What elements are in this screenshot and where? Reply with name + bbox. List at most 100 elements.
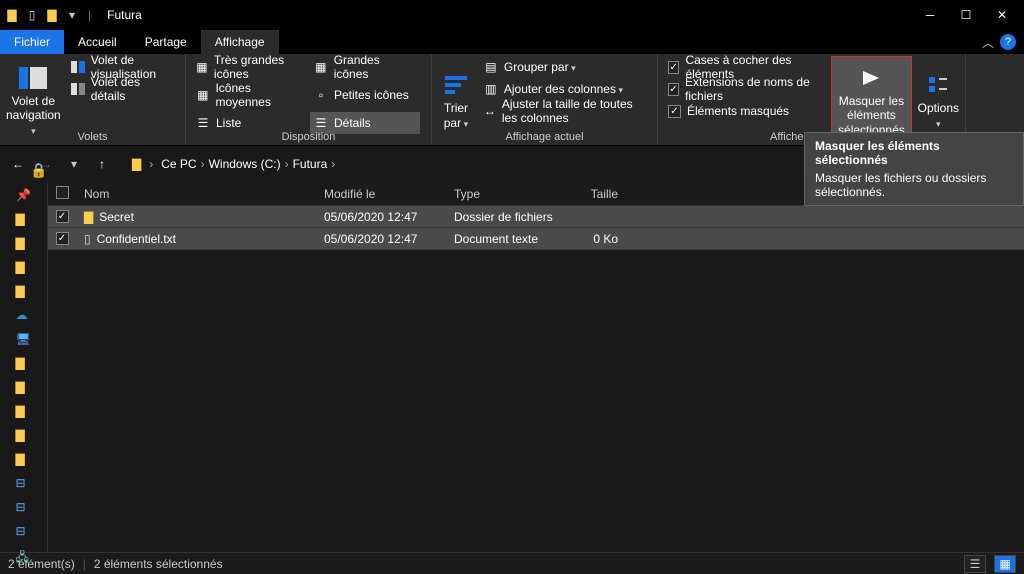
recent-locations-button[interactable]: ▾ <box>64 154 84 174</box>
status-count: 2 élément(s) <box>8 557 75 571</box>
hidden-items-label: Éléments masqués <box>687 104 789 118</box>
crumb-futura[interactable]: Futura <box>293 157 328 171</box>
tooltip: Masquer les éléments sélectionnés Masque… <box>804 132 1024 206</box>
sidebar-quick-access-icon[interactable]: ▇ <box>16 212 32 226</box>
tab-share[interactable]: Partage <box>131 30 201 54</box>
sidebar-folder-icon[interactable]: ▇ <box>16 404 32 418</box>
file-extensions-checkbox[interactable] <box>668 83 679 96</box>
large-icons-view-button[interactable]: ▦ <box>994 555 1016 573</box>
sidebar-folder-icon[interactable]: ▇ <box>16 260 32 274</box>
details-label: Détails <box>334 116 371 130</box>
sidebar-folder-icon[interactable]: ▇ <box>16 380 32 394</box>
sort-by-icon <box>440 71 472 99</box>
sidebar-folder-icon[interactable]: ▇ <box>16 428 32 442</box>
column-modified[interactable]: Modifié le <box>316 187 446 201</box>
large-icons-label: Grandes icônes <box>334 53 416 81</box>
sidebar-disk-icon[interactable]: ⊟ <box>16 500 32 514</box>
crumb-cepc[interactable]: Ce PC <box>161 157 196 171</box>
main-area: 📌 ▇ ▇ ▇ ▇ ☁ 🖥 ▇ ▇ ▇ ▇ ▇ ⊟ ⊟ ⊟ 🖧 Nom Modi… <box>0 182 1024 552</box>
row-checkbox[interactable] <box>56 210 69 223</box>
sidebar-folder-icon[interactable]: ▇ <box>16 284 32 298</box>
minimize-button[interactable]: ─ <box>912 0 948 30</box>
column-type[interactable]: Type <box>446 187 566 201</box>
qat-chevron-down-icon[interactable]: ▾ <box>64 7 80 23</box>
help-icon[interactable]: ? <box>1000 34 1016 50</box>
item-checkboxes-checkbox[interactable] <box>668 61 679 74</box>
add-columns-icon: ▥ <box>484 82 498 96</box>
navigation-sidebar[interactable]: 📌 ▇ ▇ ▇ ▇ ☁ 🖥 ▇ ▇ ▇ ▇ ▇ ⊟ ⊟ ⊟ 🖧 <box>0 182 48 552</box>
title-bar: ▇ ▯ ▇ ▾ | Futura ─ ☐ ✕ <box>0 0 1024 30</box>
current-view-group-label: Affichage actuel <box>432 131 657 143</box>
options-icon <box>922 71 954 99</box>
group-by-button[interactable]: ▤ Grouper par <box>480 56 651 78</box>
back-button[interactable]: ← <box>8 154 28 174</box>
crumb-windows-c[interactable]: Windows (C:) <box>209 157 281 171</box>
size-columns-button[interactable]: ↔Ajuster la taille de toutes les colonne… <box>480 100 651 122</box>
size-columns-icon: ↔ <box>484 104 496 118</box>
sidebar-disk-icon[interactable]: ⊟ <box>16 476 32 490</box>
table-row[interactable]: ▇Secret05/06/2020 12:47Dossier de fichie… <box>48 206 1024 228</box>
maximize-button[interactable]: ☐ <box>948 0 984 30</box>
large-icons-icon: ▦ <box>314 60 328 74</box>
status-bar: 2 élément(s) | 2 éléments sélectionnés ☰… <box>0 552 1024 574</box>
sidebar-onedrive-icon[interactable]: ☁ <box>16 308 32 322</box>
tooltip-body: Masquer les fichiers ou dossiers sélecti… <box>815 171 1013 199</box>
group-by-icon: ▤ <box>484 60 498 74</box>
tab-home[interactable]: Accueil <box>64 30 131 54</box>
row-checkbox[interactable] <box>56 232 69 245</box>
window-title: Futura <box>107 8 142 22</box>
status-selected: 2 éléments sélectionnés <box>94 557 223 571</box>
column-name[interactable]: Nom <box>76 187 316 201</box>
file-extensions-button[interactable]: Extensions de noms de fichiers <box>664 78 825 100</box>
folder-icon: ▇ <box>84 210 93 224</box>
address-folder-icon: ▇ <box>132 157 141 171</box>
tooltip-title: Masquer les éléments sélectionnés <box>815 139 1013 167</box>
hidden-items-button[interactable]: Éléments masqués <box>664 100 825 122</box>
extra-large-icons-label: Très grandes icônes <box>214 53 306 81</box>
details-icon: ☰ <box>314 116 328 130</box>
close-button[interactable]: ✕ <box>984 0 1020 30</box>
file-list: Nom Modifié le Type Taille ▇Secret05/06/… <box>48 182 1024 552</box>
cell-name: ▯Confidentiel.txt <box>76 232 316 246</box>
details-pane-icon <box>71 82 85 96</box>
breadcrumb[interactable]: Ce PC› Windows (C:)› Futura› <box>161 157 335 171</box>
app-folder-icon: ▇ <box>4 7 20 23</box>
tab-view[interactable]: Affichage <box>201 30 279 54</box>
add-columns-label: Ajouter des colonnes <box>504 82 623 96</box>
sidebar-folder-icon[interactable]: ▇ <box>16 452 32 466</box>
select-all-checkbox[interactable] <box>56 186 69 199</box>
list-label: Liste <box>216 116 241 130</box>
qat-file-icon[interactable]: ▯ <box>24 7 40 23</box>
layout-group-label: Disposition <box>186 131 431 143</box>
group-by-label: Grouper par <box>504 60 576 74</box>
cell-type: Dossier de fichiers <box>446 210 566 224</box>
collapse-ribbon-icon[interactable]: ︿ <box>982 34 994 51</box>
tab-file[interactable]: Fichier <box>0 30 64 54</box>
table-row[interactable]: ▯Confidentiel.txt05/06/2020 12:47Documen… <box>48 228 1024 250</box>
sidebar-folder-icon[interactable]: ▇ <box>16 356 32 370</box>
list-icon: ☰ <box>196 116 210 130</box>
ribbon-tabs: Fichier Accueil Partage Affichage ︿ ? <box>0 30 1024 54</box>
medium-icons-button[interactable]: ▦Icônes moyennes <box>192 84 310 106</box>
up-button[interactable]: ↑ <box>92 154 112 174</box>
file-extensions-label: Extensions de noms de fichiers <box>685 75 821 103</box>
details-pane-button[interactable]: Volet des détails <box>67 78 179 100</box>
sidebar-thispc-icon[interactable]: 🖥 <box>16 332 32 346</box>
hidden-items-checkbox[interactable] <box>668 105 681 118</box>
panes-group-label: Volets <box>0 131 185 143</box>
qat-folder-icon[interactable]: ▇ <box>44 7 60 23</box>
sidebar-disk-icon[interactable]: ⊟ <box>16 524 32 538</box>
large-icons-button[interactable]: ▦ Grandes icônes <box>310 56 420 78</box>
extra-large-icons-button[interactable]: ▦ Très grandes icônes <box>192 56 310 78</box>
column-size[interactable]: Taille <box>566 187 626 201</box>
pin-icon[interactable]: 📌 <box>16 188 32 202</box>
details-view-button[interactable]: ☰ <box>964 555 986 573</box>
small-icons-button[interactable]: ▫Petites icônes <box>310 84 420 106</box>
sidebar-folder-icon[interactable]: ▇ <box>16 236 32 250</box>
sort-by-label: Trier par <box>438 101 474 130</box>
extra-large-icons-icon: ▦ <box>196 60 208 74</box>
navigation-pane-icon <box>17 64 49 92</box>
preview-pane-icon <box>71 60 85 74</box>
medium-icons-label: Icônes moyennes <box>215 81 306 109</box>
cell-name: ▇Secret <box>76 210 316 224</box>
